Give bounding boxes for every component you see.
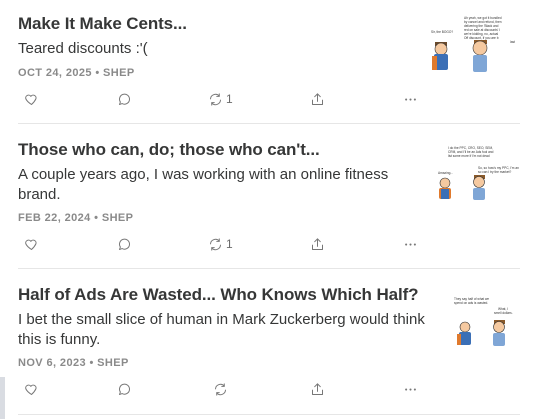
share-icon xyxy=(312,92,323,105)
comment-icon xyxy=(119,238,131,250)
restack-button[interactable]: 1 xyxy=(208,90,233,108)
restack-button[interactable]: 1 xyxy=(208,235,233,253)
post-meta: OCT 24, 2025 • SHEP xyxy=(18,67,135,79)
more-icon xyxy=(405,97,416,101)
post-subtitle: Teared discounts :'( xyxy=(18,40,148,57)
post-title[interactable]: Make It Make Cents... xyxy=(18,14,187,34)
svg-text:last: last xyxy=(510,40,515,44)
restack-icon xyxy=(210,237,221,251)
share-icon xyxy=(312,237,323,250)
post-thumbnail[interactable]: They say half of what we spend on ads is… xyxy=(430,290,520,354)
share-button[interactable] xyxy=(310,235,325,253)
share-icon xyxy=(312,382,323,395)
post-actions xyxy=(18,380,428,400)
more-icon xyxy=(405,387,416,391)
post-subtitle: A couple years ago, I was working with a… xyxy=(18,166,389,203)
svg-text:list some more if I'm not dead: list some more if I'm not dead xyxy=(448,154,490,158)
more-button[interactable] xyxy=(403,90,418,108)
post-title[interactable]: Those who can, do; those who can't... xyxy=(18,140,320,160)
comic-thumbnail-image: I do the PPC, CRO, SEO, SEM, CRM, and I'… xyxy=(430,140,520,204)
more-icon xyxy=(405,242,416,246)
more-button[interactable] xyxy=(403,380,418,398)
post-divider xyxy=(18,414,520,415)
post-subtitle: I bet the small slice of human in Mark Z… xyxy=(18,311,425,348)
svg-text:Sir, the BOGO?: Sir, the BOGO? xyxy=(431,30,453,34)
comic-thumbnail-image: They say half of what we spend on ads is… xyxy=(430,290,520,354)
restack-button[interactable] xyxy=(213,380,231,398)
more-button[interactable] xyxy=(403,235,418,253)
window-edge xyxy=(0,377,5,419)
post-meta: FEB 22, 2024 • SHEP xyxy=(18,212,134,224)
like-button[interactable] xyxy=(24,90,39,108)
comment-icon xyxy=(119,93,131,105)
post-actions: 1 xyxy=(18,235,428,255)
svg-text:spend on ads is wasted.: spend on ads is wasted. xyxy=(454,301,488,305)
share-button[interactable] xyxy=(310,380,325,398)
comic-thumbnail-image: Ah yeah, we got it bundled by cancel and… xyxy=(430,10,520,74)
like-button[interactable] xyxy=(24,235,39,253)
post-actions: 1 xyxy=(18,90,428,110)
heart-icon xyxy=(25,384,37,395)
heart-icon xyxy=(25,94,37,105)
svg-text:Off discount, if you are b: Off discount, if you are b xyxy=(464,36,499,40)
post-title[interactable]: Half of Ads Are Wasted... Who Knows Whic… xyxy=(18,285,419,305)
share-button[interactable] xyxy=(310,90,325,108)
restack-icon xyxy=(210,92,221,106)
restack-count: 1 xyxy=(226,237,233,251)
post-thumbnail[interactable]: I do the PPC, CRO, SEO, SEM, CRM, and I'… xyxy=(430,140,520,204)
comment-button[interactable] xyxy=(117,90,132,108)
svg-text:smell dollars.: smell dollars. xyxy=(494,311,513,315)
post-thumbnail[interactable]: Ah yeah, we got it bundled by cancel and… xyxy=(430,10,520,74)
heart-icon xyxy=(25,239,37,250)
restack-count: 1 xyxy=(226,92,233,106)
comment-icon xyxy=(119,383,131,395)
comment-button[interactable] xyxy=(117,380,132,398)
restack-icon xyxy=(215,382,226,396)
post-meta: NOV 6, 2023 • SHEP xyxy=(18,357,129,369)
like-button[interactable] xyxy=(24,380,39,398)
svg-text:so can I try the market?: so can I try the market? xyxy=(478,170,512,174)
comment-button[interactable] xyxy=(117,235,132,253)
svg-text:Amazing...: Amazing... xyxy=(438,171,453,175)
